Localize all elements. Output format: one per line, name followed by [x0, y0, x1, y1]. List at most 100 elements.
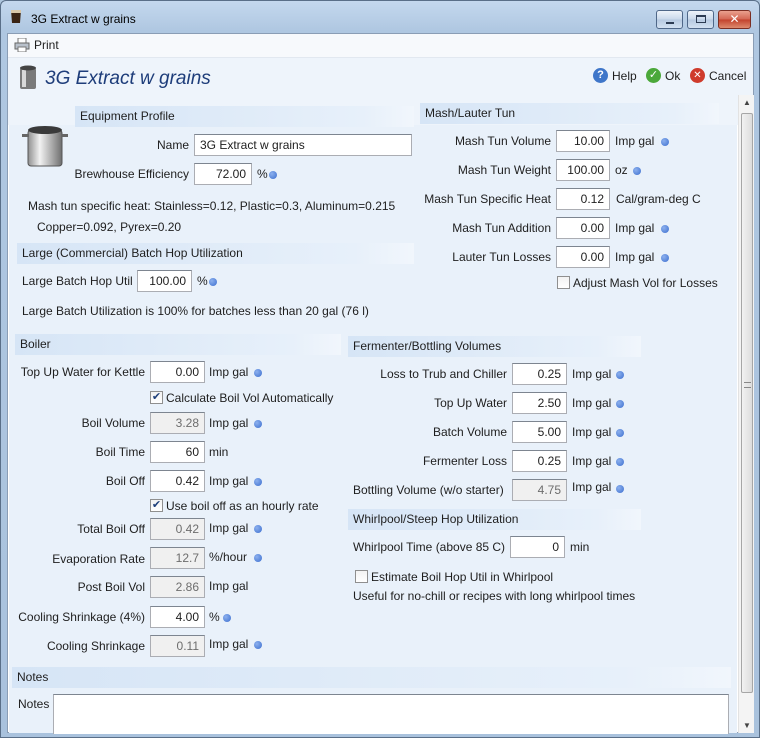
- bottling-volume-unit: Imp gal: [572, 480, 612, 494]
- info-dot-icon[interactable]: [223, 614, 231, 622]
- info-dot-icon[interactable]: [616, 371, 624, 379]
- cooling-shrinkage-unit: Imp gal: [209, 637, 249, 651]
- cancel-button[interactable]: ✕ Cancel: [690, 68, 746, 83]
- cooling-shrinkage-pct-field[interactable]: 4.00: [150, 606, 205, 628]
- maximize-button[interactable]: [687, 10, 714, 29]
- info-dot-icon[interactable]: [254, 554, 262, 562]
- mash-heat-label: Mash Tun Specific Heat: [424, 192, 551, 206]
- topup-water-unit: Imp gal: [572, 396, 612, 410]
- info-dot-icon[interactable]: [661, 254, 669, 262]
- large-batch-util-label: Large Batch Hop Util: [22, 274, 133, 288]
- efficiency-unit: %: [257, 167, 268, 181]
- hourly-rate-checkbox[interactable]: ✔: [150, 499, 163, 512]
- info-dot-icon[interactable]: [661, 225, 669, 233]
- boil-off-field[interactable]: 0.42: [150, 470, 205, 492]
- minimize-button[interactable]: [656, 10, 683, 29]
- topup-kettle-unit: Imp gal: [209, 365, 249, 379]
- mash-weight-label: Mash Tun Weight: [457, 163, 551, 177]
- bottling-volume-field: 4.75: [512, 479, 567, 501]
- lauter-losses-field[interactable]: 0.00: [556, 246, 610, 268]
- info-dot-icon[interactable]: [616, 458, 624, 466]
- whirlpool-time-field[interactable]: 0: [510, 536, 565, 558]
- total-boil-off-field: 0.42: [150, 518, 205, 540]
- beer-glass-icon: [11, 10, 21, 23]
- post-boil-vol-field: 2.86: [150, 576, 205, 598]
- topup-water-field[interactable]: 2.50: [512, 392, 567, 414]
- whirlpool-time-label: Whirlpool Time (above 85 C): [353, 540, 506, 554]
- adjust-mash-vol-checkbox[interactable]: [557, 276, 570, 289]
- info-dot-icon[interactable]: [269, 171, 277, 179]
- evap-rate-field: 12.7: [150, 547, 205, 569]
- brew-pot-icon: [22, 126, 68, 167]
- window-title: 3G Extract w grains: [31, 12, 136, 26]
- mash-heat-field[interactable]: 0.12: [556, 188, 610, 210]
- close-button[interactable]: ✕: [718, 10, 751, 29]
- info-dot-icon[interactable]: [209, 278, 217, 286]
- mash-addition-field[interactable]: 0.00: [556, 217, 610, 239]
- efficiency-label: Brewhouse Efficiency: [74, 167, 189, 181]
- app-window: 3G Extract w grains ✕ Print 3G Extract w…: [0, 0, 760, 738]
- section-boiler: Boiler: [15, 334, 341, 355]
- trub-loss-field[interactable]: 0.25: [512, 363, 567, 385]
- info-dot-icon[interactable]: [616, 400, 624, 408]
- info-dot-icon[interactable]: [254, 369, 262, 377]
- batch-volume-label: Batch Volume: [432, 425, 507, 439]
- info-dot-icon[interactable]: [633, 167, 641, 175]
- fermenter-loss-field[interactable]: 0.25: [512, 450, 567, 472]
- cancel-label: Cancel: [709, 68, 747, 83]
- scroll-up-arrow-icon[interactable]: ▲: [743, 98, 751, 107]
- topup-kettle-label: Top Up Water for Kettle: [20, 365, 145, 379]
- ok-button[interactable]: ✓ Ok: [646, 68, 680, 83]
- boil-off-unit: Imp gal: [209, 474, 249, 488]
- calc-boil-vol-checkbox[interactable]: ✔: [150, 391, 163, 404]
- trub-loss-label: Loss to Trub and Chiller: [380, 367, 507, 381]
- toolbar: Print: [8, 34, 753, 58]
- help-button[interactable]: ? Help: [593, 68, 637, 83]
- scroll-down-arrow-icon[interactable]: ▼: [743, 721, 751, 730]
- efficiency-field[interactable]: 72.00: [194, 163, 252, 185]
- whirlpool-note: Useful for no-chill or recipes with long…: [353, 589, 636, 603]
- mash-volume-field[interactable]: 10.00: [556, 130, 610, 152]
- whirlpool-time-unit: min: [570, 540, 590, 554]
- info-dot-icon[interactable]: [254, 641, 262, 649]
- boil-off-label: Boil Off: [105, 474, 145, 488]
- name-field[interactable]: 3G Extract w grains: [194, 134, 412, 156]
- info-dot-icon[interactable]: [254, 525, 262, 533]
- cooling-shrinkage-pct-unit: %: [209, 610, 220, 624]
- mash-weight-unit: oz: [615, 163, 628, 177]
- printer-icon: [14, 38, 30, 52]
- total-boil-off-label: Total Boil Off: [77, 522, 145, 536]
- boil-time-field[interactable]: 60: [150, 441, 205, 463]
- help-label: Help: [612, 68, 637, 83]
- mash-weight-field[interactable]: 100.00: [556, 159, 610, 181]
- estimate-whirlpool-checkbox[interactable]: [355, 570, 368, 583]
- client-area: Print 3G Extract w grains ? Help ✓ Ok ✕ …: [7, 33, 754, 734]
- info-dot-icon[interactable]: [616, 485, 624, 493]
- mash-addition-label: Mash Tun Addition: [452, 221, 551, 235]
- batch-volume-unit: Imp gal: [572, 425, 612, 439]
- ok-label: Ok: [665, 68, 681, 83]
- post-boil-vol-unit: Imp gal: [209, 579, 249, 593]
- topup-kettle-field[interactable]: 0.00: [150, 361, 205, 383]
- large-batch-util-field[interactable]: 100.00: [137, 270, 192, 292]
- info-dot-icon[interactable]: [661, 138, 669, 146]
- info-dot-icon[interactable]: [254, 420, 262, 428]
- evap-rate-label: Evaporation Rate: [52, 552, 145, 566]
- scrollbar-thumb[interactable]: [741, 113, 753, 693]
- cooling-shrinkage-pct-label: Cooling Shrinkage (4%): [18, 610, 145, 624]
- info-dot-icon[interactable]: [616, 429, 624, 437]
- mash-addition-unit: Imp gal: [615, 221, 655, 235]
- evap-rate-unit: %/hour: [209, 550, 248, 564]
- vertical-scrollbar[interactable]: ▲ ▼: [738, 95, 754, 733]
- batch-volume-field[interactable]: 5.00: [512, 421, 567, 443]
- boil-volume-unit: Imp gal: [209, 416, 249, 430]
- print-label: Print: [34, 38, 59, 52]
- cancel-icon: ✕: [690, 68, 705, 83]
- info-dot-icon[interactable]: [254, 478, 262, 486]
- section-equipment-profile: Equipment Profile: [75, 106, 414, 127]
- section-fermenter: Fermenter/Bottling Volumes: [348, 336, 641, 357]
- section-whirlpool: Whirlpool/Steep Hop Utilization: [348, 509, 641, 530]
- notes-textarea[interactable]: [53, 694, 729, 734]
- section-large-batch: Large (Commercial) Batch Hop Utilization: [17, 243, 414, 264]
- print-button[interactable]: Print: [14, 38, 59, 52]
